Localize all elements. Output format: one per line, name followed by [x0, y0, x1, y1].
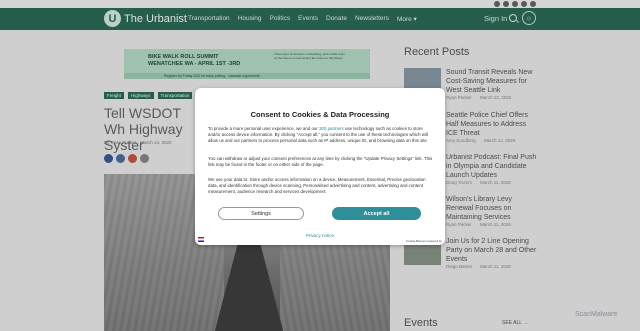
- consent-dialog: Consent to Cookies & Data Processing To …: [195, 88, 445, 245]
- consent-paragraph-2: You can withdraw or adjust your consent …: [208, 156, 433, 167]
- consent-paragraph-1: To provide a more personal user experien…: [208, 126, 433, 144]
- language-flag-icon[interactable]: [198, 237, 204, 242]
- accept-all-button[interactable]: Accept all: [332, 207, 421, 220]
- settings-button[interactable]: Settings: [218, 207, 304, 220]
- privacy-notice-link[interactable]: Privacy notice: [195, 233, 445, 238]
- consent-text: To provide a more personal user experien…: [208, 126, 320, 131]
- consent-title: Consent to Cookies & Data Processing: [250, 110, 390, 119]
- consent-paragraph-3: We use your data to: Store and/or access…: [208, 177, 426, 194]
- partners-link[interactable]: 300 partners: [319, 126, 344, 131]
- powered-by-text: Cookie Banner powered by: [405, 239, 442, 243]
